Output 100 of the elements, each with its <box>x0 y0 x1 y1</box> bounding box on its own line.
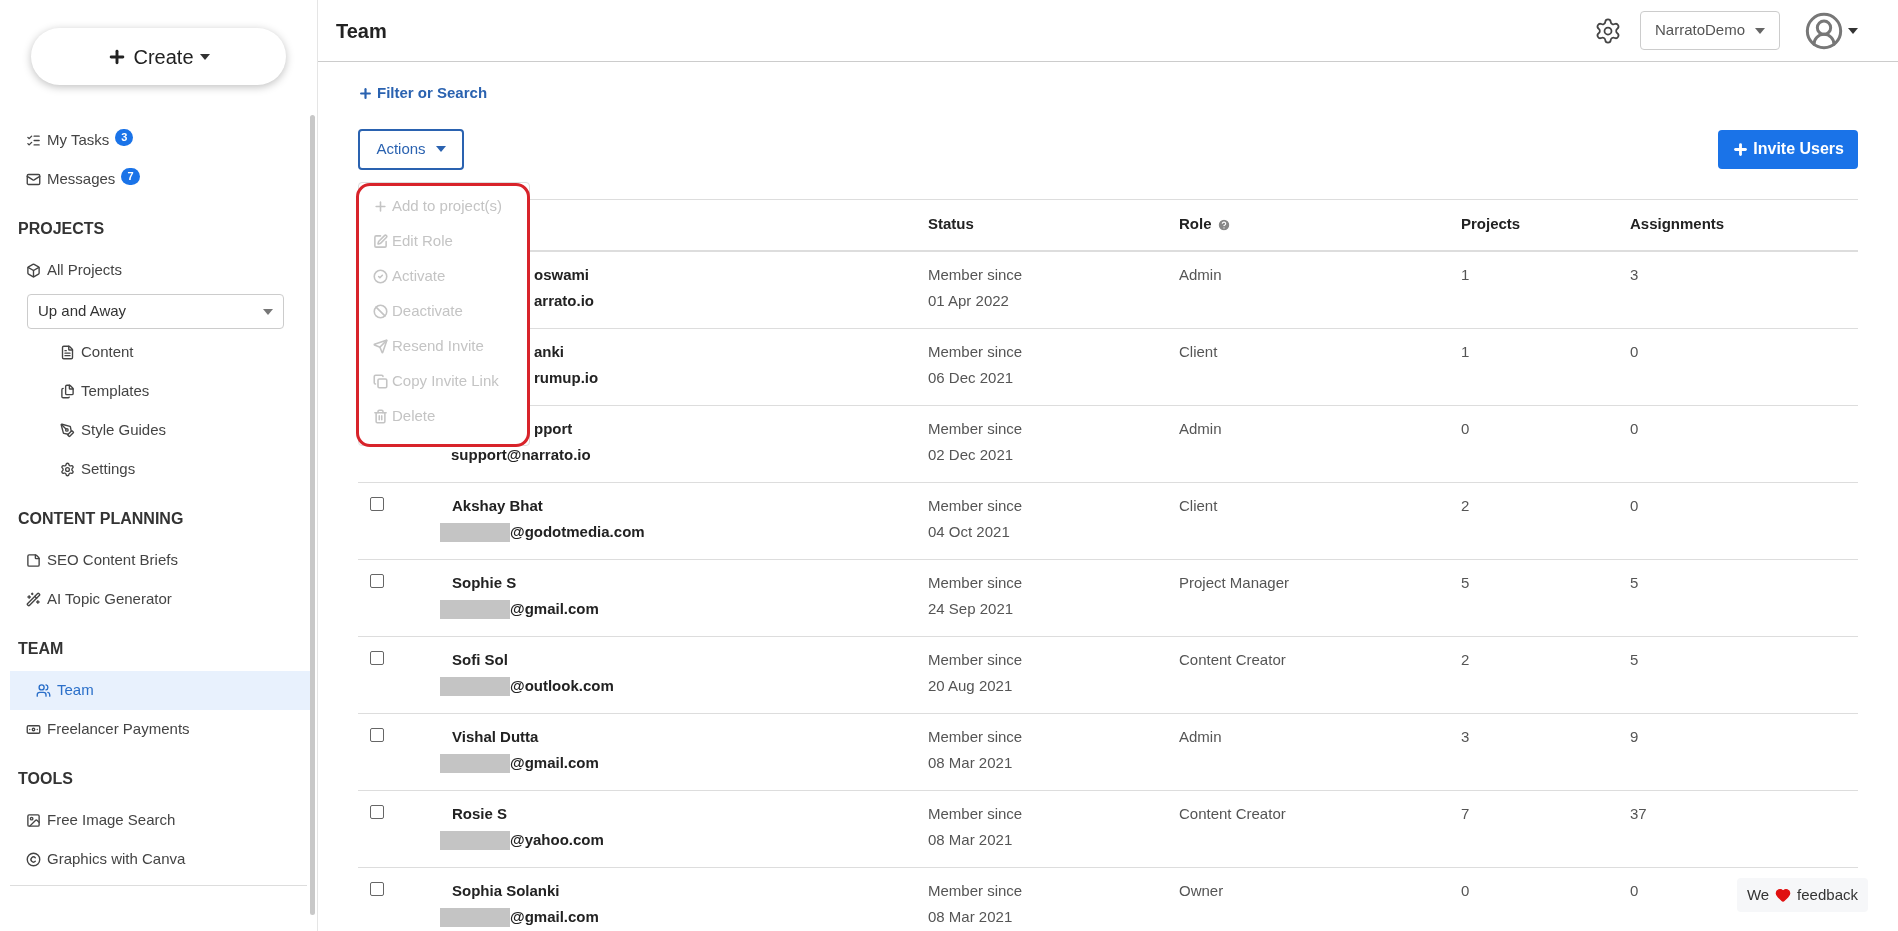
menu-item-icon <box>373 408 388 424</box>
projects-count: 1 <box>1461 342 1470 360</box>
caret-icon <box>1755 27 1765 34</box>
projects-count: 3 <box>1461 727 1470 745</box>
status-text: Member since <box>928 264 1023 285</box>
sidebar-item[interactable]: My Tasks 3 <box>0 121 311 160</box>
avatar-icon[interactable] <box>1804 10 1844 51</box>
status-text: Member since <box>928 418 1023 439</box>
projects-count: 2 <box>1461 496 1470 514</box>
sidebar-item[interactable]: Graphics with Canva <box>0 840 311 879</box>
sidebar-item[interactable]: Messages 7 <box>0 160 311 199</box>
projects-count: 5 <box>1461 573 1470 591</box>
sidebar-item[interactable]: Team <box>10 671 311 710</box>
member-name: Sofi Sol <box>452 649 508 670</box>
assignments-count: 0 <box>1630 881 1639 899</box>
section-heading: PROJECTS <box>17 219 106 239</box>
redaction-bar <box>440 676 510 696</box>
row-checkbox[interactable] <box>370 804 384 819</box>
projects-count: 1 <box>1461 265 1470 283</box>
caret-icon <box>435 146 446 152</box>
assignments-count: 5 <box>1630 573 1639 591</box>
row-checkbox[interactable] <box>370 496 384 511</box>
sidebar-icon <box>26 553 41 568</box>
member-email: @outlook.com <box>510 676 614 696</box>
filter-link[interactable]: Filter or Search <box>358 82 488 105</box>
sidebar-item[interactable]: SEO Content Briefs <box>0 541 311 580</box>
sidebar-icon <box>26 722 41 737</box>
member-email: rumup.io <box>534 368 599 388</box>
help-icon[interactable] <box>1216 217 1231 232</box>
status-text: Member since <box>928 880 1023 901</box>
sidebar-item[interactable]: Style Guides <box>0 411 311 450</box>
redaction-bar <box>440 830 510 850</box>
row-checkbox[interactable] <box>370 881 384 896</box>
projects-count: 7 <box>1461 804 1470 822</box>
page-title: Team <box>336 18 387 44</box>
actions-button[interactable]: Actions <box>358 128 464 170</box>
member-email: @gmail.com <box>510 753 599 773</box>
role-text: Project Manager <box>1179 573 1290 591</box>
sidebar-item[interactable]: Content <box>0 333 311 372</box>
sidebar-icon <box>60 423 75 438</box>
status-date: 08 Mar 2021 <box>928 830 1013 850</box>
projects-count: 0 <box>1461 881 1470 899</box>
sidebar-item[interactable]: All Projects <box>0 251 311 290</box>
status-text: Member since <box>928 803 1023 824</box>
column-header: Assignments <box>1630 214 1725 235</box>
section-heading: TOOLS <box>17 769 74 789</box>
column-header: Projects <box>1461 214 1521 235</box>
sidebar-icon <box>26 852 41 867</box>
redaction-bar <box>440 599 510 619</box>
redaction-bar <box>440 753 510 773</box>
heart-icon <box>1775 887 1792 903</box>
status-date: 08 Mar 2021 <box>928 753 1013 773</box>
row-checkbox[interactable] <box>370 573 384 588</box>
row-checkbox[interactable] <box>370 727 384 742</box>
status-text: Member since <box>928 495 1023 516</box>
menu-item-icon <box>373 233 388 249</box>
member-email: @gmail.com <box>510 599 599 619</box>
caret-icon <box>1848 27 1858 34</box>
sidebar-icon <box>26 813 41 828</box>
sidebar-icon <box>26 133 41 148</box>
workspace-dropdown[interactable]: NarratoDemo <box>1639 11 1780 50</box>
member-email: support@narrato.io <box>451 445 591 465</box>
sidebar-item[interactable]: Free Image Search <box>0 801 311 840</box>
redaction-bar <box>440 522 510 542</box>
caret-icon <box>263 308 273 315</box>
role-text: Admin <box>1179 419 1222 437</box>
status-text: Member since <box>928 726 1023 747</box>
scrollbar[interactable] <box>310 115 315 915</box>
create-button[interactable]: Create <box>31 28 286 85</box>
member-name: Rosie S <box>452 803 508 824</box>
role-text: Admin <box>1179 265 1222 283</box>
feedback-button[interactable]: We feedback <box>1736 878 1868 912</box>
member-name: anki <box>534 341 564 362</box>
sidebar-item[interactable]: Freelancer Payments <box>0 710 311 749</box>
role-text: Owner <box>1179 881 1224 899</box>
status-date: 02 Dec 2021 <box>928 445 1014 465</box>
role-text: Client <box>1179 496 1218 514</box>
menu-item-icon <box>373 338 388 354</box>
sidebar-item[interactable]: Settings <box>0 450 311 489</box>
role-text: Client <box>1179 342 1218 360</box>
menu-item-icon <box>373 268 388 284</box>
sidebar-item[interactable]: AI Topic Generator <box>0 580 311 619</box>
member-name: Akshay Bhat <box>452 495 543 516</box>
column-header: Role <box>1179 214 1212 235</box>
sidebar-icon <box>60 462 75 477</box>
member-email: arrato.io <box>534 291 594 311</box>
member-email: @godotmedia.com <box>510 522 645 542</box>
project-select[interactable]: Up and Away <box>27 294 284 329</box>
sidebar-icon <box>60 345 75 360</box>
status-date: 08 Mar 2021 <box>928 907 1013 927</box>
status-text: Member since <box>928 572 1023 593</box>
member-name: pport <box>534 418 573 439</box>
role-text: Content Creator <box>1179 650 1286 668</box>
invite-users-button[interactable]: Invite Users <box>1718 129 1858 169</box>
count-badge: 7 <box>121 168 140 185</box>
sidebar-item[interactable]: Templates <box>0 372 311 411</box>
assignments-count: 5 <box>1630 650 1639 668</box>
sidebar-icon <box>60 384 75 399</box>
row-checkbox[interactable] <box>370 650 384 665</box>
status-date: 04 Oct 2021 <box>928 522 1010 542</box>
